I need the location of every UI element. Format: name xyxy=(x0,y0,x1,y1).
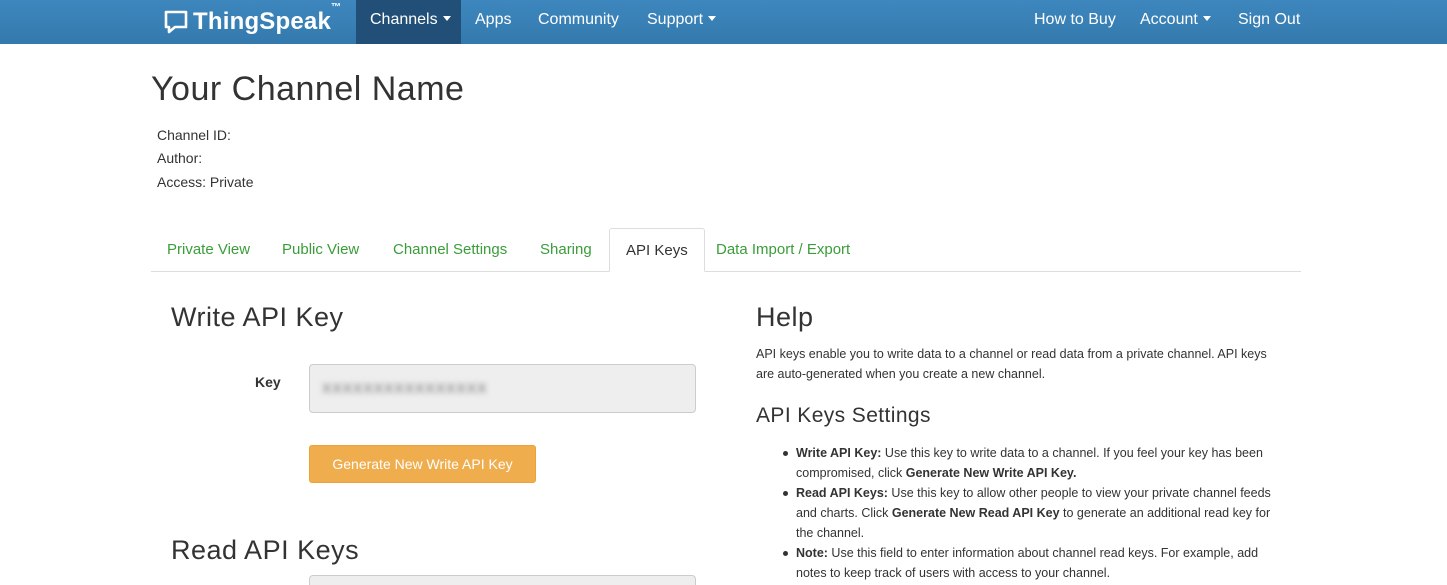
tab-public-view[interactable]: Public View xyxy=(266,228,375,272)
nav-how-to-buy[interactable]: How to Buy xyxy=(1020,0,1130,44)
channel-id: Channel ID: xyxy=(157,127,231,143)
nav-sign-out[interactable]: Sign Out xyxy=(1224,0,1314,44)
read-api-key-field[interactable] xyxy=(309,575,696,585)
nav-community[interactable]: Community xyxy=(524,0,633,44)
help-heading: Help xyxy=(756,302,814,332)
key-label: Key xyxy=(255,374,281,390)
api-keys-settings-heading: API Keys Settings xyxy=(756,404,931,427)
help-intro: API keys enable you to write data to a c… xyxy=(756,347,1267,381)
channel-author: Author: xyxy=(157,150,203,166)
channel-tabs: Private View Public View Channel Setting… xyxy=(151,228,1301,272)
tab-private-view[interactable]: Private View xyxy=(151,228,266,272)
tab-channel-settings[interactable]: Channel Settings xyxy=(377,228,523,272)
help-list: Write API Key: Use this key to write dat… xyxy=(783,443,1276,583)
page-title: Your Channel Name xyxy=(151,70,465,108)
nav-account[interactable]: Account xyxy=(1126,0,1225,44)
brand-name: ThingSpeak™ xyxy=(193,2,342,35)
list-item: Write API Key: Use this key to write dat… xyxy=(783,443,1276,483)
generate-write-key-button[interactable]: Generate New Write API Key xyxy=(309,445,536,483)
caret-down-icon xyxy=(708,16,717,22)
brand-logo[interactable]: ThingSpeak™ xyxy=(163,2,342,40)
read-api-keys-heading: Read API Keys xyxy=(171,535,360,565)
caret-down-icon xyxy=(1202,16,1211,22)
write-api-key-heading: Write API Key xyxy=(171,302,344,332)
nav-channels[interactable]: Channels xyxy=(356,0,461,44)
list-item: Note: Use this field to enter informatio… xyxy=(783,543,1276,583)
caret-down-icon xyxy=(442,16,451,22)
write-api-key-value: XXXXXXXXXXXXXXXX xyxy=(322,380,488,396)
chat-bubble-icon xyxy=(164,10,188,34)
top-navbar: ThingSpeak™ Channels Apps Community Supp… xyxy=(0,0,1447,44)
nav-apps[interactable]: Apps xyxy=(461,0,525,44)
nav-support[interactable]: Support xyxy=(633,0,730,44)
tab-sharing[interactable]: Sharing xyxy=(524,228,608,272)
channel-access: Access: Private xyxy=(157,174,254,190)
tab-data-import-export[interactable]: Data Import / Export xyxy=(700,228,866,272)
tab-api-keys[interactable]: API Keys xyxy=(609,228,705,272)
list-item: Read API Keys: Use this key to allow oth… xyxy=(783,483,1276,543)
write-api-key-field[interactable]: XXXXXXXXXXXXXXXX xyxy=(309,364,696,413)
